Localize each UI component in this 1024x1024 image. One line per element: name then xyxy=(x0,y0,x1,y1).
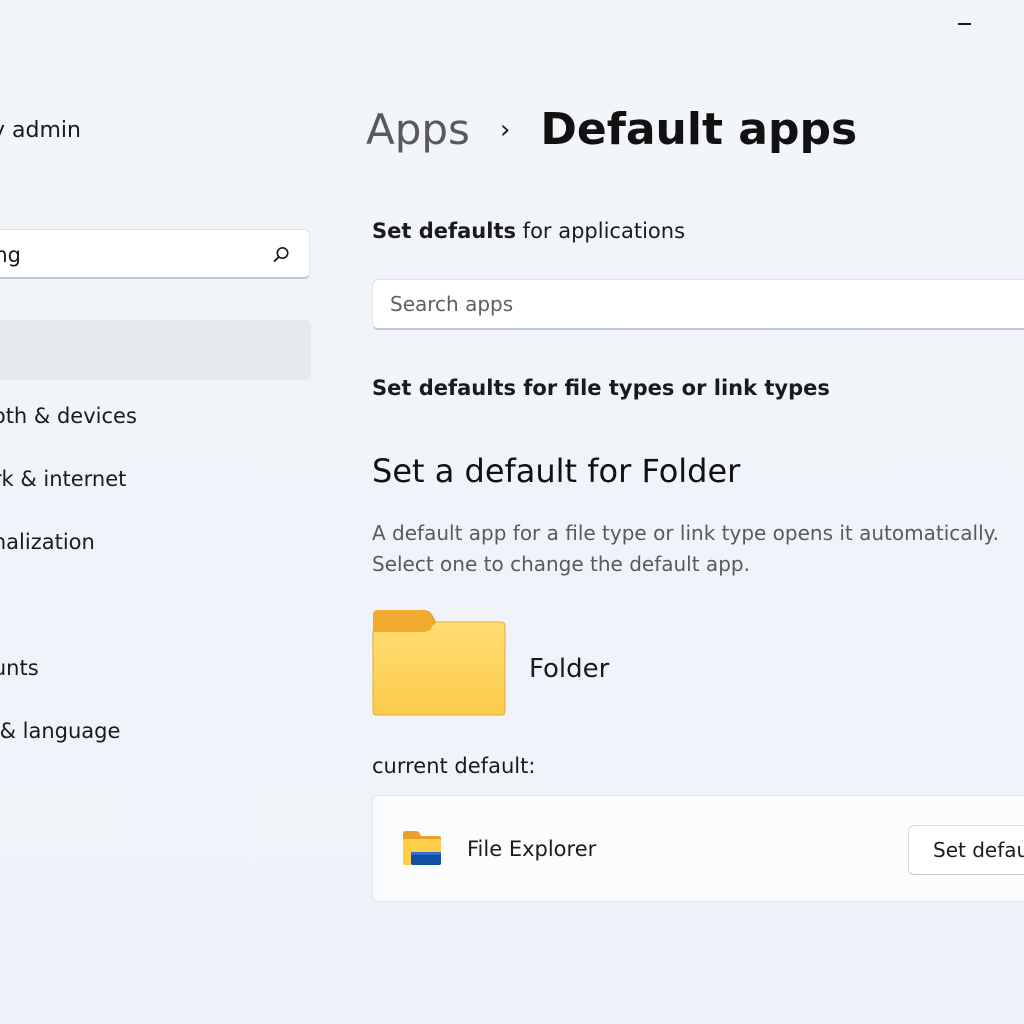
default-app-name: File Explorer xyxy=(467,837,597,861)
sidebar-item-network-internet[interactable]: ork & internet xyxy=(0,449,311,509)
sidebar-item-label: ork & internet xyxy=(0,467,127,491)
sidebar-item-label: onalization xyxy=(0,530,95,554)
settings-search-input[interactable]: ng xyxy=(0,243,21,267)
settings-search-box[interactable]: ng xyxy=(0,229,310,279)
minimize-button[interactable] xyxy=(956,10,974,34)
sidebar-item-bluetooth-devices[interactable]: ooth & devices xyxy=(0,386,311,446)
description-text: A default app for a file type or link ty… xyxy=(372,518,999,580)
search-apps-input[interactable] xyxy=(372,279,1024,330)
description-line-1: A default app for a file type or link ty… xyxy=(372,521,999,545)
sidebar-item-label: e & language xyxy=(0,719,121,743)
folder-icon xyxy=(372,610,506,716)
file-types-section-label: Set defaults for file types or link type… xyxy=(372,376,830,400)
sidebar-item-label: ooth & devices xyxy=(0,404,137,428)
set-default-button[interactable]: Set default xyxy=(908,825,1024,875)
page-title: Default apps xyxy=(540,104,858,155)
breadcrumb-apps-link[interactable]: Apps xyxy=(366,105,470,154)
breadcrumb: Apps › Default apps xyxy=(366,104,857,155)
current-default-label: current default: xyxy=(372,754,536,778)
sidebar-item-label: ounts xyxy=(0,656,39,680)
apps-section-label-rest: for applications xyxy=(516,219,686,243)
chevron-right-icon: › xyxy=(499,114,511,145)
apps-section-label-bold: Set defaults xyxy=(372,219,516,243)
sidebar-item-accounts[interactable]: ounts xyxy=(0,638,311,698)
sidebar-item-apps[interactable]: s xyxy=(0,575,311,635)
sidebar-item-system[interactable]: m xyxy=(0,320,311,380)
apps-section-label: Set defaults for applications xyxy=(372,219,685,243)
sidebar-item-time-language[interactable]: e & language xyxy=(0,701,311,761)
user-name: y admin xyxy=(0,118,81,143)
file-explorer-icon xyxy=(403,831,441,865)
current-default-app-card[interactable]: File Explorer Set default xyxy=(372,795,1024,902)
description-line-2: Select one to change the default app. xyxy=(372,552,750,576)
sidebar-item-personalization[interactable]: onalization xyxy=(0,512,311,572)
settings-window: y admin ng m ooth & devices ork & intern… xyxy=(0,0,1024,1024)
file-type-name: Folder xyxy=(529,654,610,684)
folder-default-heading: Set a default for Folder xyxy=(372,452,741,490)
search-icon[interactable] xyxy=(271,245,291,265)
